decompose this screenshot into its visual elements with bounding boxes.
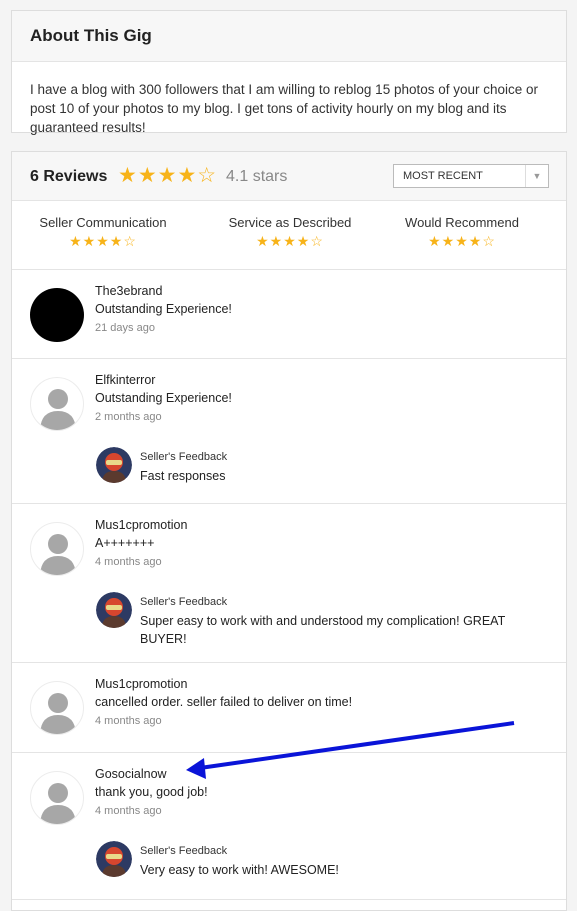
review-text: cancelled order. seller failed to delive…: [95, 695, 353, 709]
about-description: I have a blog with 300 followers that I …: [30, 82, 539, 135]
seller-feedback-label: Seller's Feedback: [140, 845, 228, 857]
review-time: 4 months ago: [95, 556, 162, 568]
avatar[interactable]: [30, 377, 84, 431]
chevron-down-icon[interactable]: ▼: [525, 165, 548, 187]
reviews-count: 6 Reviews: [30, 168, 108, 185]
about-panel: About This Gig I have a blog with 300 fo…: [11, 10, 567, 135]
criterion-label: Would Recommend: [405, 215, 519, 230]
criterion-would-recommend: Would Recommend ★★★★☆: [377, 215, 547, 250]
seller-avatar-icon: [96, 592, 132, 628]
default-user-icon: [40, 783, 76, 824]
seller-avatar[interactable]: [96, 841, 132, 877]
default-user-icon: [40, 534, 76, 575]
reviews-header: 6 Reviews ★★★★☆ 4.1 stars MOST RECENT ▼: [12, 152, 566, 201]
review-username[interactable]: Gosocialnow: [95, 767, 167, 781]
avatar[interactable]: [30, 288, 84, 342]
criterion-label: Service as Described: [228, 215, 352, 230]
review-time: 21 days ago: [95, 322, 155, 334]
review-time: 2 months ago: [95, 411, 162, 423]
criterion-label: Seller Communication: [39, 215, 167, 230]
criterion-stars-icon: ★★★★☆: [256, 233, 324, 249]
seller-feedback-text: Super easy to work with and understood m…: [140, 614, 505, 646]
criterion-service-as-described: Service as Described ★★★★☆: [205, 215, 375, 250]
review-time: 4 months ago: [95, 715, 162, 727]
seller-feedback-label: Seller's Feedback: [140, 451, 228, 463]
review-item: Gosocialnow thank you, good job! 4 month…: [12, 753, 566, 900]
sort-selected: MOST RECENT: [403, 170, 483, 182]
seller-feedback-text: Fast responses: [140, 469, 226, 483]
review-item: The3ebrand Outstanding Experience! 21 da…: [12, 270, 566, 359]
review-username[interactable]: Mus1cpromotion: [95, 518, 187, 532]
default-user-icon: [40, 693, 76, 734]
review-text: thank you, good job!: [95, 785, 208, 799]
criterion-seller-communication: Seller Communication ★★★★☆: [18, 215, 188, 250]
review-item: Elfkinterror Outstanding Experience! 2 m…: [12, 359, 566, 504]
seller-avatar-icon: [96, 447, 132, 483]
rating-criteria: Seller Communication ★★★★☆ Service as De…: [12, 201, 566, 270]
criterion-stars-icon: ★★★★☆: [69, 233, 137, 249]
avatar[interactable]: [30, 771, 84, 825]
sort-dropdown[interactable]: MOST RECENT ▼: [393, 164, 549, 188]
review-text: Outstanding Experience!: [95, 391, 232, 405]
review-item: Mus1cpromotion A+++++++ 4 months ago Sel…: [12, 504, 566, 663]
overall-rating-stars-icon: ★★★★☆: [118, 164, 218, 187]
seller-avatar-icon: [96, 841, 132, 877]
review-username[interactable]: The3ebrand: [95, 284, 162, 298]
seller-avatar[interactable]: [96, 592, 132, 628]
seller-feedback-label: Seller's Feedback: [140, 596, 228, 608]
review-time: 4 months ago: [95, 805, 162, 817]
avatar[interactable]: [30, 681, 84, 735]
seller-feedback-text: Very easy to work with! AWESOME!: [140, 863, 339, 877]
review-text: A+++++++: [95, 536, 155, 550]
seller-avatar[interactable]: [96, 447, 132, 483]
default-user-icon: [40, 389, 76, 430]
review-username[interactable]: Elfkinterror: [95, 373, 155, 387]
reviews-panel: 6 Reviews ★★★★☆ 4.1 stars MOST RECENT ▼ …: [11, 151, 567, 911]
avatar[interactable]: [30, 522, 84, 576]
criterion-stars-icon: ★★★★☆: [428, 233, 496, 249]
review-text: Outstanding Experience!: [95, 302, 232, 316]
review-username[interactable]: Mus1cpromotion: [95, 677, 187, 691]
overall-rating-text: 4.1 stars: [226, 168, 288, 185]
about-title: About This Gig: [12, 11, 566, 62]
review-item: Mus1cpromotion cancelled order. seller f…: [12, 663, 566, 753]
